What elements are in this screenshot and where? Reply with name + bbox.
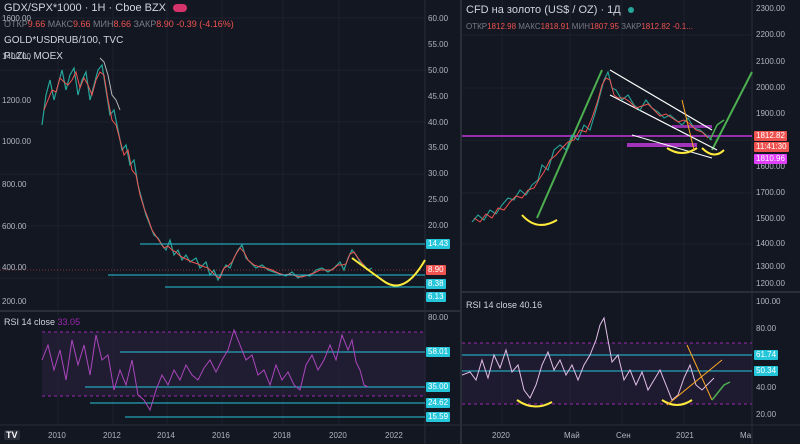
wedge-lower[interactable] [609,94,718,151]
rsi-tag-50[interactable]: 50.34 [754,366,779,376]
gdx-price-series [41,63,373,282]
x-axis-tick: Сен [616,431,631,440]
axis-tick: 200.00 [2,297,27,306]
left-symbol-badge[interactable] [172,4,187,13]
axis-tick: 2100.00 [756,57,785,66]
axis-tick: 1400.00 [756,239,785,248]
left-chart-panel[interactable]: GDX/SPX*1000 · 1Н · Cboe BZX ОТКР9.66 МА… [0,0,460,444]
market-status-icon [627,7,634,13]
axis-tick: 1300.00 [756,262,785,271]
left-overlay-1[interactable]: GOLD*USDRUB/100, TVC [4,34,123,47]
x-axis-tick: 2020 [329,431,347,440]
left-symbol-title[interactable]: GDX/SPX*1000 · 1Н · Cboe BZX [4,2,166,14]
right-symbol-title[interactable]: CFD на золото (US$ / OZ) · 1Д [466,4,621,16]
green-projection-line[interactable] [711,71,753,151]
axis-tick: 1600.00 [2,14,31,23]
x-axis-tick: 2016 [212,431,230,440]
right-chart-legend: CFD на золото (US$ / OZ) · 1Д [466,4,634,17]
axis-tick: 1200.00 [756,279,785,288]
axis-tick: 1700.00 [756,188,785,197]
axis-tick: 1000.00 [2,137,31,146]
rsi-tag-24[interactable]: 24.62 [426,398,451,408]
price-tag-current[interactable]: 1812.82 [754,131,787,141]
axis-tick: 2200.00 [756,30,785,39]
x-axis-tick: 2022 [385,431,403,440]
axis-tick: 1500.00 [756,214,785,223]
axis-tick: 40.00 [428,118,449,127]
axis-tick: 35.00 [428,143,449,152]
left-chart-legend: GDX/SPX*1000 · 1Н · Cboe BZX [4,2,187,15]
axis-tick: 2000.00 [756,83,785,92]
x-axis-tick: 2020 [492,431,510,440]
axis-tick: 80.00 [428,313,449,322]
right-chart-panel[interactable]: CFD на золото (US$ / OZ) · 1Д ОТКР1812.9… [462,0,800,444]
axis-tick: 1200.00 [2,96,31,105]
axis-tick: 400.00 [2,263,27,272]
gold-usdrub-overlay [99,57,121,111]
x-axis-tick: 2018 [273,431,291,440]
axis-tick: 1400.00 [2,52,31,61]
axis-tick: 20.00 [428,221,449,230]
axis-tick: 25.00 [428,195,449,204]
axis-tick: 100.00 [756,297,781,306]
price-tag-resistance[interactable]: 14.43 [426,239,451,249]
price-tag-current[interactable]: 8.90 [426,265,446,275]
rsi-tag-58[interactable]: 58.01 [426,347,451,357]
axis-tick: 80.00 [756,324,777,333]
axis-tick: 800.00 [2,180,27,189]
axis-tick: 600.00 [2,222,27,231]
x-axis-tick: 2012 [103,431,121,440]
price-tag-magenta[interactable]: 1810.96 [754,154,787,164]
axis-tick: 55.00 [428,40,449,49]
rsi-tag-61[interactable]: 61.74 [754,350,779,360]
axis-tick: 20.00 [756,410,777,419]
x-axis-tick: Май [564,431,580,440]
x-axis-tick: 2014 [157,431,175,440]
x-axis-tick: Ма [740,431,752,440]
x-axis-tick: 2010 [48,431,66,440]
price-tag-support-2[interactable]: 6.13 [426,292,446,302]
x-axis-tick: 2021 [676,431,694,440]
rsi-tag-15[interactable]: 15.59 [426,412,451,422]
axis-tick: 45.00 [428,92,449,101]
axis-tick: 30.00 [428,169,449,178]
axis-tick: 1900.00 [756,109,785,118]
price-tag-support-1[interactable]: 8.38 [426,279,446,289]
right-rsi-legend[interactable]: RSI 14 close 40.16 [466,300,542,310]
axis-tick: 2300.00 [756,4,785,13]
axis-tick: 40.00 [756,383,777,392]
right-chart-canvas[interactable] [462,0,800,444]
left-rsi-legend[interactable]: RSI 14 close 33.05 [4,317,80,327]
axis-tick: 60.00 [428,14,449,23]
left-chart-canvas[interactable] [0,0,460,444]
rsi-tag-35[interactable]: 35.00 [426,382,451,392]
projection-curve[interactable] [351,257,426,287]
right-ohlc-row: ОТКР1812.98 МАКС1818.91 МИН1807.95 ЗАКР1… [466,22,693,31]
countdown-tag[interactable]: 11:41:30 [754,142,789,152]
left-ohlc-row: ОТКР9.66 МАКС9.66 МИН8.66 ЗАКР8.90 -0.39… [4,19,234,29]
smile-marker-1[interactable] [521,214,558,226]
tradingview-logo[interactable]: TV [4,430,20,440]
axis-tick: 50.00 [428,66,449,75]
